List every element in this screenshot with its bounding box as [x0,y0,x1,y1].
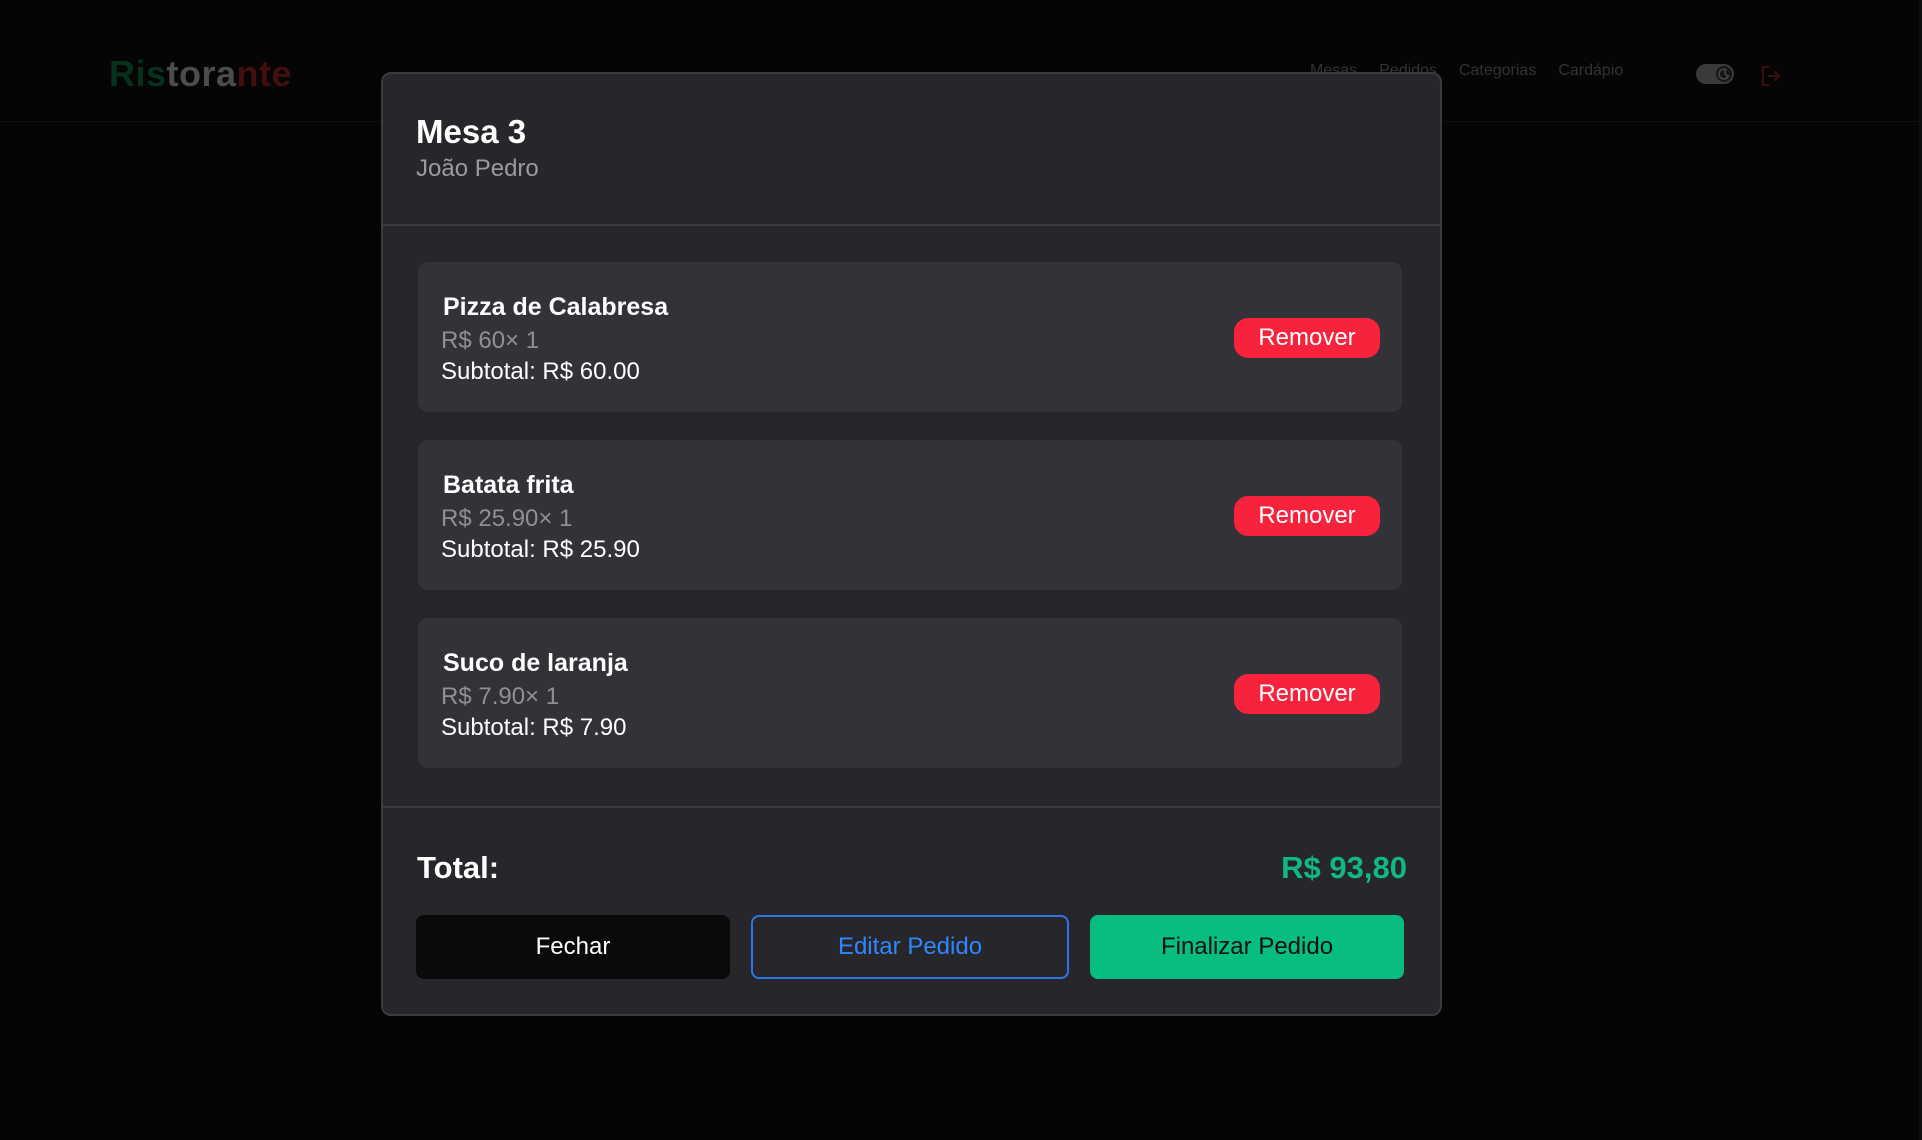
total-label: Total: [417,850,500,885]
close-button[interactable]: Fechar [416,915,730,979]
divider [383,806,1440,808]
item-price-quantity: R$ 7.90× 1 [441,683,560,710]
order-item: Suco de laranja R$ 7.90× 1 Subtotal: R$ … [418,618,1402,768]
item-name: Suco de laranja [443,649,628,677]
total-value: R$ 93,80 [1281,850,1407,885]
item-name: Pizza de Calabresa [443,293,669,321]
order-item: Batata frita R$ 25.90× 1 Subtotal: R$ 25… [418,440,1402,590]
item-price-quantity: R$ 25.90× 1 [441,505,573,532]
page: Ristorante Mesas Pedidos Categorias Card… [0,0,1922,1140]
order-modal: Mesa 3 João Pedro Pizza de Calabresa R$ … [381,72,1442,1016]
order-items-list: Pizza de Calabresa R$ 60× 1 Subtotal: R$… [418,262,1402,796]
order-item: Pizza de Calabresa R$ 60× 1 Subtotal: R$… [418,262,1402,412]
item-price-quantity: R$ 60× 1 [441,327,540,354]
modal-actions: Fechar Editar Pedido Finalizar Pedido [416,915,1404,979]
customer-name: João Pedro [416,155,539,182]
modal-title: Mesa 3 [416,113,527,150]
remove-item-button[interactable]: Remover [1234,318,1380,358]
item-subtotal: Subtotal: R$ 7.90 [441,714,627,741]
modal-header: Mesa 3 João Pedro [383,74,1440,226]
edit-order-button[interactable]: Editar Pedido [751,915,1069,979]
item-subtotal: Subtotal: R$ 60.00 [441,358,640,385]
item-subtotal: Subtotal: R$ 25.90 [441,536,640,563]
finish-order-button[interactable]: Finalizar Pedido [1090,915,1404,979]
remove-item-button[interactable]: Remover [1234,674,1380,714]
remove-item-button[interactable]: Remover [1234,496,1380,536]
item-name: Batata frita [443,471,574,499]
